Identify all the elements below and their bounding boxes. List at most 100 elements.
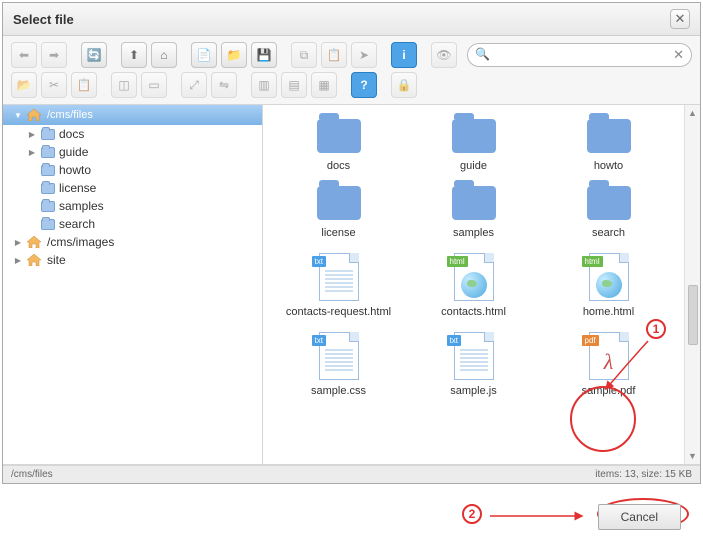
grid-item-search[interactable]: search bbox=[544, 186, 674, 239]
tree-item-samples[interactable]: ▶samples bbox=[27, 197, 262, 215]
paste-button[interactable]: 📋 bbox=[321, 42, 347, 68]
resize-icon: ⤢ bbox=[189, 78, 199, 93]
pointer-icon: ➤ bbox=[359, 48, 369, 62]
folder-icon bbox=[41, 183, 55, 194]
scissors-icon: ✂ bbox=[49, 78, 59, 92]
tree-item-license[interactable]: ▶license bbox=[27, 179, 262, 197]
grid-item-license[interactable]: license bbox=[274, 186, 404, 239]
grid-item-contacts-request[interactable]: txtcontacts-request.html bbox=[274, 253, 404, 318]
panel1-icon: ▥ bbox=[258, 78, 269, 92]
crop-button[interactable]: ◫ bbox=[111, 72, 137, 98]
grid-item-sample-css[interactable]: txtsample.css bbox=[274, 332, 404, 397]
toolbar-row-2: 📂 ✂ 📋 ◫ ▭ ⤢ ⇋ ▥ ▤ ▦ ? 🔒 bbox=[11, 72, 692, 98]
grid-item-sample-js[interactable]: txtsample.js bbox=[409, 332, 539, 397]
scroll-thumb[interactable] bbox=[688, 285, 698, 345]
tree-item-images[interactable]: ▶/cms/images bbox=[13, 233, 262, 251]
tree-item-guide[interactable]: ▶guide bbox=[27, 143, 262, 161]
tree-root-label: /cms/files bbox=[47, 109, 93, 121]
tree-root-children: ▶ docs ▶guide ▶howto ▶license ▶samples ▶s… bbox=[13, 125, 262, 233]
lock-button[interactable]: 🔒 bbox=[391, 72, 417, 98]
tree-item-search[interactable]: ▶search bbox=[27, 215, 262, 233]
info-button[interactable]: i bbox=[391, 42, 417, 68]
up-button[interactable]: ⬆ bbox=[121, 42, 147, 68]
grid-item-guide[interactable]: guide bbox=[409, 119, 539, 172]
clipboard-icon: 📋 bbox=[77, 78, 92, 92]
panel3-button[interactable]: ▦ bbox=[311, 72, 337, 98]
tree-item-docs[interactable]: ▶ docs bbox=[27, 125, 262, 143]
select-button[interactable]: ➤ bbox=[351, 42, 377, 68]
tree-item-label: docs bbox=[59, 127, 84, 141]
annotation-circle-1 bbox=[570, 386, 636, 452]
grid-item-contacts[interactable]: htmlcontacts.html bbox=[409, 253, 539, 318]
chevron-down-icon: ▼ bbox=[13, 111, 23, 120]
footer: 2 Cancel bbox=[2, 484, 701, 544]
grid-item-howto[interactable]: howto bbox=[544, 119, 674, 172]
home-icon bbox=[27, 109, 41, 121]
html-file-icon: html bbox=[454, 253, 494, 301]
folder-icon bbox=[587, 119, 631, 153]
home-icon bbox=[27, 254, 41, 266]
txt-file-icon: txt bbox=[319, 253, 359, 301]
open-button[interactable]: 📂 bbox=[11, 72, 37, 98]
floppy-icon: 💾 bbox=[257, 48, 272, 62]
folder-icon bbox=[317, 119, 361, 153]
flip-icon: ⇋ bbox=[219, 78, 229, 92]
annotation-arrow-2 bbox=[490, 510, 590, 530]
panel2-button[interactable]: ▤ bbox=[281, 72, 307, 98]
vertical-scrollbar[interactable]: ▲ ▼ bbox=[684, 105, 700, 464]
search-input[interactable] bbox=[467, 43, 692, 67]
forward-button[interactable]: ➡ bbox=[41, 42, 67, 68]
cancel-button[interactable]: Cancel bbox=[598, 504, 681, 530]
folder-icon bbox=[587, 186, 631, 220]
resize-button[interactable]: ⤢ bbox=[181, 72, 207, 98]
help-button[interactable]: ? bbox=[351, 72, 377, 98]
flip-button[interactable]: ⇋ bbox=[211, 72, 237, 98]
zoom-button[interactable]: ▭ bbox=[141, 72, 167, 98]
grid-item-samples[interactable]: samples bbox=[409, 186, 539, 239]
home-button[interactable]: ⌂ bbox=[151, 42, 177, 68]
grid-item-home[interactable]: htmlhome.html bbox=[544, 253, 674, 318]
search-icon: 🔍 bbox=[475, 47, 490, 61]
txt-file-icon: txt bbox=[454, 332, 494, 380]
status-bar: /cms/files items: 13, size: 15 KB bbox=[3, 465, 700, 483]
grid-item-label: home.html bbox=[583, 306, 634, 318]
close-button[interactable]: ✕ bbox=[670, 9, 690, 29]
cut-button[interactable]: ✂ bbox=[41, 72, 67, 98]
annotation-label-2: 2 bbox=[462, 504, 482, 524]
chevron-right-icon: ▶ bbox=[27, 130, 37, 139]
home-icon: ⌂ bbox=[160, 48, 167, 62]
copy-button[interactable]: ⧉ bbox=[291, 42, 317, 68]
folder-icon bbox=[41, 165, 55, 176]
grid-item-docs[interactable]: docs bbox=[274, 119, 404, 172]
new-file-button[interactable]: 📄 bbox=[191, 42, 217, 68]
reload-icon: 🔄 bbox=[87, 48, 102, 62]
scroll-track bbox=[685, 121, 700, 448]
select-file-dialog: Select file ✕ ⬅ ➡ 🔄 ⬆ ⌂ 📄 📁 💾 ⧉ 📋 ➤ i 👁 … bbox=[2, 2, 701, 484]
folder-icon bbox=[41, 129, 55, 140]
back-button[interactable]: ⬅ bbox=[11, 42, 37, 68]
grid-item-label: samples bbox=[453, 227, 494, 239]
grid-item-label: howto bbox=[594, 160, 623, 172]
status-info: items: 13, size: 15 KB bbox=[595, 469, 692, 480]
refresh-button[interactable]: 🔄 bbox=[81, 42, 107, 68]
arrow-up-icon: ⬆ bbox=[129, 48, 139, 62]
clear-search-button[interactable]: ✕ bbox=[673, 47, 684, 63]
paste2-button[interactable]: 📋 bbox=[71, 72, 97, 98]
panel1-button[interactable]: ▥ bbox=[251, 72, 277, 98]
zoom-icon: ▭ bbox=[148, 78, 159, 92]
new-file-icon: 📄 bbox=[197, 48, 212, 62]
tree-root[interactable]: ▼ /cms/files bbox=[3, 105, 262, 125]
tree-item-label: /cms/images bbox=[47, 235, 114, 249]
preview-button[interactable]: 👁 bbox=[431, 42, 457, 68]
folder-icon bbox=[41, 201, 55, 212]
tree-item-howto[interactable]: ▶howto bbox=[27, 161, 262, 179]
tree-item-label: guide bbox=[59, 145, 88, 159]
save-button[interactable]: 💾 bbox=[251, 42, 277, 68]
tree-item-site[interactable]: ▶site bbox=[13, 251, 262, 269]
grid-item-label: search bbox=[592, 227, 625, 239]
new-folder-button[interactable]: 📁 bbox=[221, 42, 247, 68]
scroll-up-icon: ▲ bbox=[685, 105, 700, 121]
tree-item-label: samples bbox=[59, 199, 104, 213]
help-icon: ? bbox=[360, 78, 367, 92]
folder-icon bbox=[41, 147, 55, 158]
